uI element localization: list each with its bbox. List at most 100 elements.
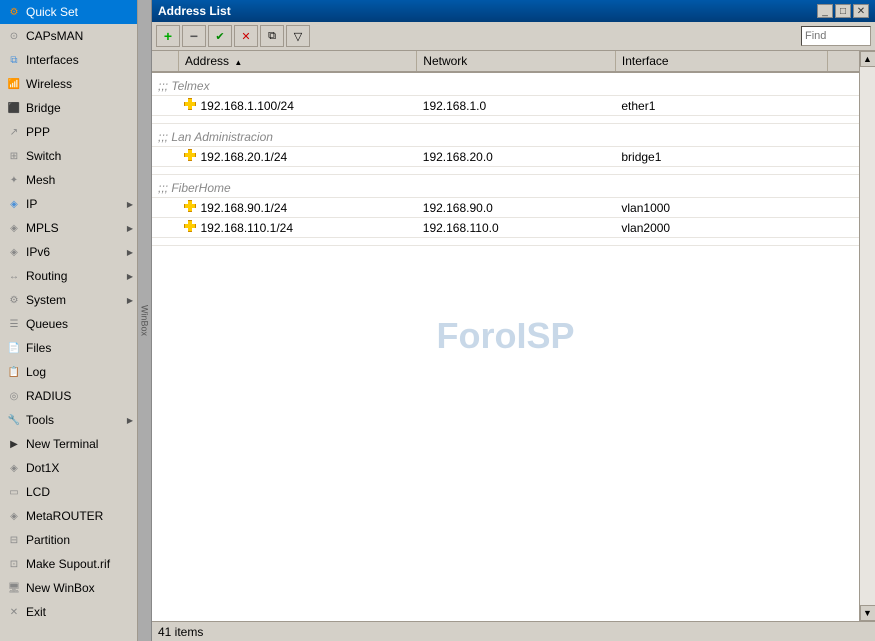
winbox-label: WinBox xyxy=(140,305,150,336)
sidebar-item-metarouter[interactable]: ◈MetaROUTER xyxy=(0,504,137,528)
find-input[interactable] xyxy=(801,26,871,46)
routing-icon: ↔ xyxy=(6,268,22,284)
row-address-cell: 192.168.1.100/24 xyxy=(178,96,416,116)
row-extra-cell xyxy=(827,198,859,218)
row-interface-cell: vlan2000 xyxy=(615,218,827,238)
sidebar-item-tools[interactable]: 🔧Tools xyxy=(0,408,137,432)
col-interface-header[interactable]: Interface xyxy=(615,51,827,72)
scroll-track[interactable] xyxy=(860,67,875,605)
sidebar-item-switch[interactable]: ⊞Switch xyxy=(0,144,137,168)
sidebar-label-ppp: PPP xyxy=(26,125,131,139)
row-check-cell xyxy=(152,147,178,167)
col-address-header[interactable]: Address ▲ xyxy=(178,51,416,72)
section-comment: ;;; Telmex xyxy=(152,72,859,96)
sidebar-label-ipv6: IPv6 xyxy=(26,245,131,259)
sidebar-item-ip[interactable]: ◈ IP xyxy=(0,192,137,216)
partition-icon: ⊟ xyxy=(6,532,22,548)
ip-icon: ◈ xyxy=(6,196,22,212)
remove-icon: − xyxy=(190,28,198,44)
table-section-header: ;;; Telmex xyxy=(152,72,859,96)
close-button[interactable]: ✕ xyxy=(853,4,869,18)
enable-button[interactable]: ✔ xyxy=(208,25,232,47)
sidebar-label-new-terminal: New Terminal xyxy=(26,437,131,451)
sidebar-item-system[interactable]: ⚙System xyxy=(0,288,137,312)
row-network-cell: 192.168.90.0 xyxy=(417,198,616,218)
sidebar-item-new-terminal[interactable]: ▶ New Terminal xyxy=(0,432,137,456)
address-cross-icon xyxy=(184,98,196,113)
sidebar-label-system: System xyxy=(26,293,131,307)
window-controls: _ □ ✕ xyxy=(817,4,869,18)
sidebar-item-mpls[interactable]: ◈MPLS xyxy=(0,216,137,240)
sidebar-item-routing[interactable]: ↔ Routing xyxy=(0,264,137,288)
sidebar-item-ppp[interactable]: ↗PPP xyxy=(0,120,137,144)
row-check-cell xyxy=(152,198,178,218)
sidebar-item-quick-set[interactable]: ⚙Quick Set xyxy=(0,0,137,24)
sidebar-item-interfaces[interactable]: ⧉Interfaces xyxy=(0,48,137,72)
sidebar-item-queues[interactable]: ☰Queues xyxy=(0,312,137,336)
sidebar-item-bridge[interactable]: ⬛Bridge xyxy=(0,96,137,120)
log-icon: 📋 xyxy=(6,364,22,380)
sidebar-item-log[interactable]: 📋 Log xyxy=(0,360,137,384)
sidebar-item-make-supout[interactable]: ⊡Make Supout.rif xyxy=(0,552,137,576)
table-row[interactable]: 192.168.110.1/24192.168.110.0vlan2000 xyxy=(152,218,859,238)
remove-button[interactable]: − xyxy=(182,25,206,47)
copy-icon: ⧉ xyxy=(268,30,276,43)
sidebar-item-capsman[interactable]: ⊙CAPsMAN xyxy=(0,24,137,48)
row-address-cell: 192.168.110.1/24 xyxy=(178,218,416,238)
copy-button[interactable]: ⧉ xyxy=(260,25,284,47)
sidebar-item-new-winbox[interactable]: 🖥New WinBox xyxy=(0,576,137,600)
sidebar-label-mpls: MPLS xyxy=(26,221,131,235)
scroll-down-button[interactable]: ▼ xyxy=(860,605,875,621)
section-comment: ;;; FiberHome xyxy=(152,175,859,198)
sidebar-label-routing: Routing xyxy=(26,269,131,283)
sidebar-label-metarouter: MetaROUTER xyxy=(26,509,131,523)
sidebar-item-partition[interactable]: ⊟Partition xyxy=(0,528,137,552)
col-check-header xyxy=(152,51,178,72)
new-terminal-icon: ▶ xyxy=(6,436,22,452)
minimize-button[interactable]: _ xyxy=(817,4,833,18)
table-row[interactable]: 192.168.20.1/24192.168.20.0bridge1 xyxy=(152,147,859,167)
address-cross-icon xyxy=(184,220,196,235)
mesh-icon: ✦ xyxy=(6,172,22,188)
filter-button[interactable]: ▽ xyxy=(286,25,310,47)
add-button[interactable]: + xyxy=(156,25,180,47)
table-section-header: ;;; Lan Administracion xyxy=(152,124,859,147)
sidebar-item-radius[interactable]: ◎RADIUS xyxy=(0,384,137,408)
sidebar-item-exit[interactable]: ✕Exit xyxy=(0,600,137,624)
bridge-icon: ⬛ xyxy=(6,100,22,116)
row-extra-cell xyxy=(827,96,859,116)
row-interface-cell: ether1 xyxy=(615,96,827,116)
table-spacer-row xyxy=(152,116,859,124)
sidebar-label-ip: IP xyxy=(26,197,131,211)
address-value: 192.168.90.1/24 xyxy=(200,201,287,215)
disable-button[interactable]: ✕ xyxy=(234,25,258,47)
table-row[interactable]: 192.168.90.1/24 192.168.90.0vlan1000 xyxy=(152,198,859,218)
address-value: 192.168.1.100/24 xyxy=(200,99,293,113)
row-extra-cell xyxy=(827,218,859,238)
sidebar-item-wireless[interactable]: 📶Wireless xyxy=(0,72,137,96)
sidebar-item-dot1x[interactable]: ◈Dot1X xyxy=(0,456,137,480)
sidebar-item-mesh[interactable]: ✦Mesh xyxy=(0,168,137,192)
maximize-button[interactable]: □ xyxy=(835,4,851,18)
col-network-header[interactable]: Network xyxy=(417,51,616,72)
sidebar-item-ipv6[interactable]: ◈IPv6 xyxy=(0,240,137,264)
table-container: ForoISP Address ▲ Network xyxy=(152,51,859,621)
table-row[interactable]: 192.168.1.100/24192.168.1.0ether1 xyxy=(152,96,859,116)
scroll-up-button[interactable]: ▲ xyxy=(860,51,875,67)
sidebar-label-quick-set: Quick Set xyxy=(26,5,131,19)
sidebar-item-lcd[interactable]: ▭LCD xyxy=(0,480,137,504)
add-icon: + xyxy=(164,28,172,44)
row-address-cell: 192.168.90.1/24 xyxy=(178,198,416,218)
row-interface-cell: vlan1000 xyxy=(615,198,827,218)
vertical-scrollbar[interactable]: ▲ ▼ xyxy=(859,51,875,621)
radius-icon: ◎ xyxy=(6,388,22,404)
wireless-icon: 📶 xyxy=(6,76,22,92)
filter-icon: ▽ xyxy=(294,30,302,43)
new-winbox-icon: 🖥 xyxy=(6,580,22,596)
queues-icon: ☰ xyxy=(6,316,22,332)
winbox-strip: WinBox xyxy=(138,0,152,641)
sidebar-label-log: Log xyxy=(26,365,131,379)
statusbar: 41 items xyxy=(152,621,875,641)
capsman-icon: ⊙ xyxy=(6,28,22,44)
sidebar-item-files[interactable]: 📄Files xyxy=(0,336,137,360)
